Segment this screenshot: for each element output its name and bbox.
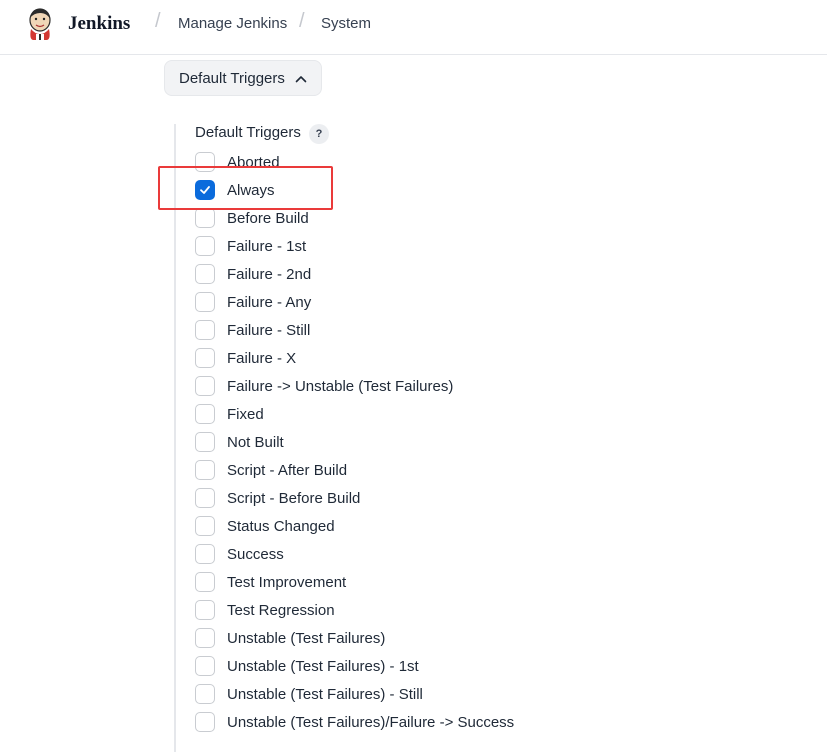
trigger-label: Not Built <box>227 434 284 451</box>
trigger-option[interactable]: Not Built <box>195 431 595 455</box>
checkbox[interactable] <box>195 208 215 228</box>
trigger-label: Before Build <box>227 210 309 227</box>
top-header: Jenkins / Manage Jenkins / System <box>0 0 827 55</box>
checkbox[interactable] <box>195 320 215 340</box>
breadcrumb-separator: / <box>299 10 305 32</box>
section-divider-line <box>174 124 176 752</box>
trigger-option[interactable]: Before Build <box>195 207 595 231</box>
checkbox[interactable] <box>195 264 215 284</box>
trigger-label: Unstable (Test Failures)/Failure -> Succ… <box>227 714 515 731</box>
jenkins-logo-icon[interactable] <box>25 7 55 41</box>
brand-name[interactable]: Jenkins <box>68 13 130 35</box>
trigger-label: Unstable (Test Failures) - Still <box>227 686 423 703</box>
help-icon[interactable]: ? <box>309 124 329 144</box>
checkbox[interactable] <box>195 572 215 592</box>
checkbox[interactable] <box>195 488 215 508</box>
highlight-box <box>158 166 333 210</box>
checkbox[interactable] <box>195 544 215 564</box>
checkbox[interactable] <box>195 684 215 704</box>
checkbox[interactable] <box>195 516 215 536</box>
trigger-option[interactable]: Fixed <box>195 403 595 427</box>
trigger-label: Fixed <box>227 406 264 423</box>
trigger-label: Failure - Any <box>227 294 312 311</box>
trigger-option[interactable]: Failure - 1st <box>195 235 595 259</box>
trigger-option[interactable]: Test Improvement <box>195 571 595 595</box>
checkbox[interactable] <box>195 292 215 312</box>
trigger-label: Failure -> Unstable (Test Failures) <box>227 378 454 395</box>
checkbox[interactable] <box>195 348 215 368</box>
trigger-label: Failure - 2nd <box>227 266 312 283</box>
chevron-up-icon <box>295 76 307 83</box>
trigger-option[interactable]: Script - Before Build <box>195 487 595 511</box>
default-triggers-label: Default Triggers <box>195 124 301 141</box>
trigger-label: Script - After Build <box>227 462 348 479</box>
trigger-option[interactable]: Failure - Still <box>195 319 595 343</box>
checkbox[interactable] <box>195 712 215 732</box>
trigger-option[interactable]: Failure - X <box>195 347 595 371</box>
checkbox[interactable] <box>195 432 215 452</box>
checkbox[interactable] <box>195 600 215 620</box>
trigger-label: Unstable (Test Failures) <box>227 630 386 647</box>
trigger-label: Test Improvement <box>227 574 347 591</box>
checkbox[interactable] <box>195 404 215 424</box>
trigger-option[interactable]: Failure - 2nd <box>195 263 595 287</box>
trigger-label: Failure - Still <box>227 322 311 339</box>
trigger-label: Script - Before Build <box>227 490 361 507</box>
breadcrumb-separator: / <box>155 10 161 32</box>
checkbox[interactable] <box>195 236 215 256</box>
trigger-option[interactable]: Unstable (Test Failures) - Still <box>195 683 595 707</box>
trigger-option[interactable]: Unstable (Test Failures) <box>195 627 595 651</box>
trigger-option[interactable]: Status Changed <box>195 515 595 539</box>
trigger-option[interactable]: Script - After Build <box>195 459 595 483</box>
trigger-option[interactable]: Unstable (Test Failures)/Failure -> Succ… <box>195 711 595 735</box>
default-triggers-toggle-button[interactable]: Default Triggers <box>164 60 322 96</box>
toggle-label: Default Triggers <box>179 70 285 87</box>
trigger-option[interactable]: Success <box>195 543 595 567</box>
breadcrumb-system[interactable]: System <box>321 15 371 32</box>
trigger-label: Status Changed <box>227 518 335 535</box>
checkbox[interactable] <box>195 628 215 648</box>
trigger-label: Failure - 1st <box>227 238 307 255</box>
trigger-option[interactable]: Failure -> Unstable (Test Failures) <box>195 375 595 399</box>
trigger-option[interactable]: Unstable (Test Failures) - 1st <box>195 655 595 679</box>
trigger-option[interactable]: Failure - Any <box>195 291 595 315</box>
breadcrumb-manage-jenkins[interactable]: Manage Jenkins <box>178 15 287 32</box>
checkbox[interactable] <box>195 460 215 480</box>
trigger-label: Test Regression <box>227 602 335 619</box>
checkbox[interactable] <box>195 376 215 396</box>
trigger-label: Success <box>227 546 284 563</box>
checkbox[interactable] <box>195 656 215 676</box>
trigger-label: Unstable (Test Failures) - 1st <box>227 658 419 675</box>
trigger-label: Failure - X <box>227 350 297 367</box>
trigger-option[interactable]: Test Regression <box>195 599 595 623</box>
